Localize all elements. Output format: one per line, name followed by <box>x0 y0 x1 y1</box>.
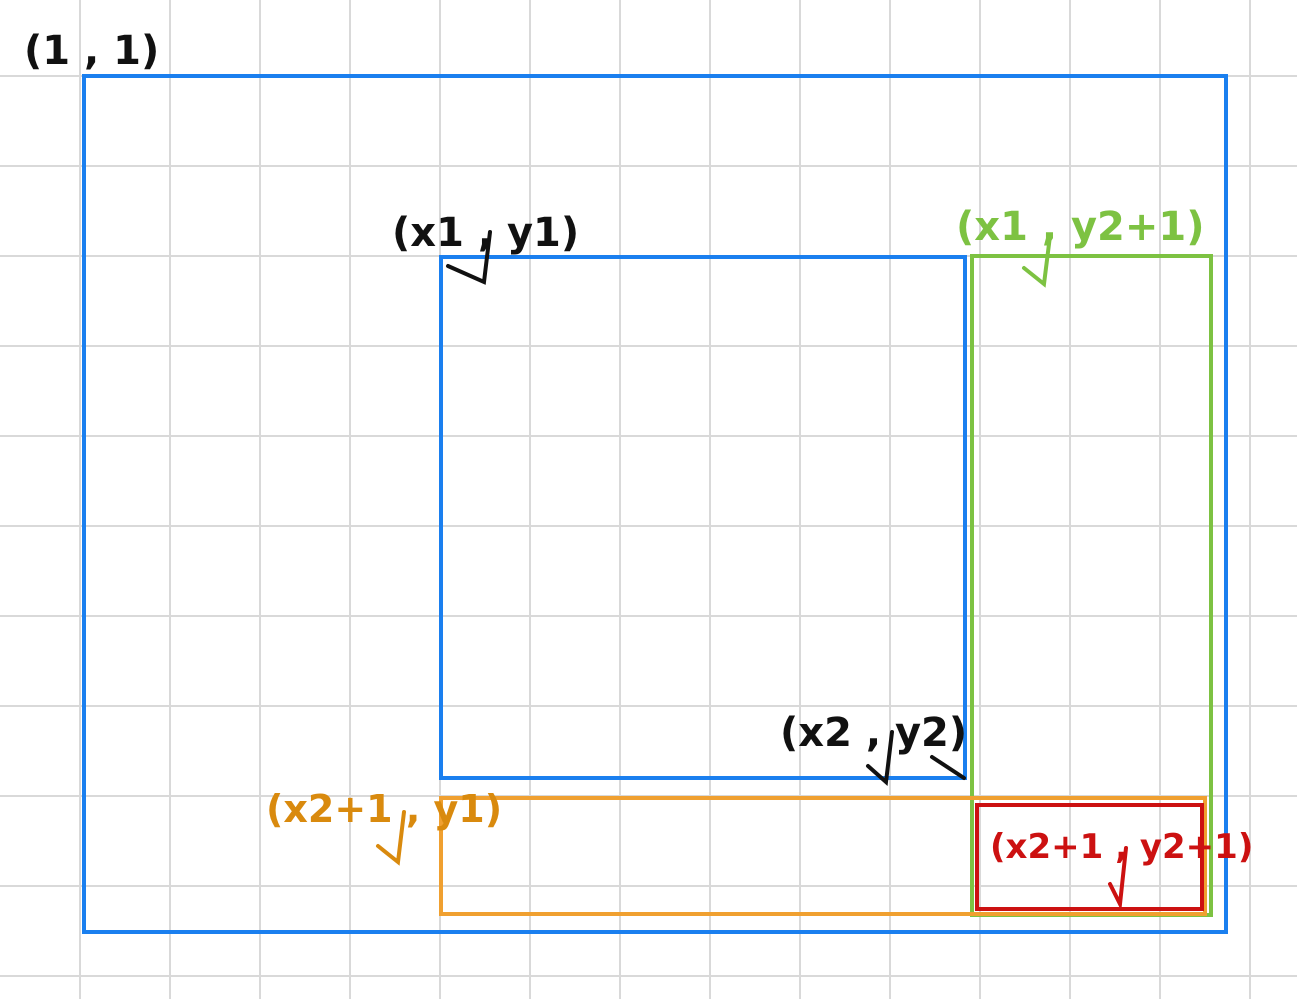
corner-region-label: (x2+1 , y2+1) <box>990 827 1253 867</box>
right-region-label: (x1 , y2+1) <box>956 204 1205 250</box>
top-left-corner-label: (x1 , y1) <box>392 210 579 256</box>
right-region-rect <box>970 254 1213 917</box>
prefix-sum-diagram: (1 , 1) (x1 , y1) (x2 , y2) (x1 , y2+1) … <box>0 0 1297 999</box>
bottom-right-pointer-mark <box>930 755 966 780</box>
origin-label: (1 , 1) <box>24 28 159 74</box>
bottom-right-corner-label: (x2 , y2) <box>780 710 967 756</box>
bottom-region-label: (x2+1 , y1) <box>266 787 502 831</box>
target-region-rect <box>439 255 967 780</box>
